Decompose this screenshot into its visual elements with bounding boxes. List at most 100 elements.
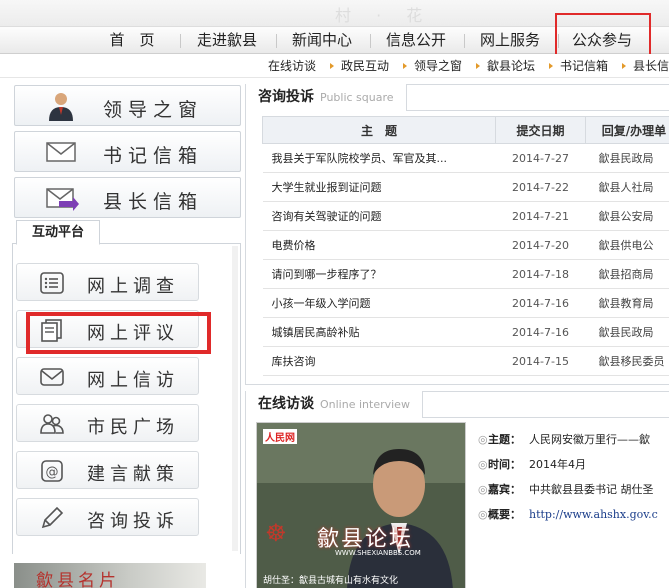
row-subject[interactable]: 库扶咨询 [262, 346, 496, 376]
row-date: 2014-7-16 [495, 288, 586, 318]
arrow-icon [330, 63, 334, 69]
row-subject[interactable]: 电费价格 [262, 230, 496, 260]
envelope-send-icon [46, 188, 79, 211]
row-dept: 歙县教育局 [585, 288, 669, 318]
row-subject[interactable]: 小孩一年级入学问题 [262, 288, 496, 318]
online-survey-button[interactable]: 网上调查 [16, 263, 199, 301]
row-dept: 歙县移民委员 [585, 346, 669, 376]
interview-photo [257, 423, 465, 588]
nav-separator [180, 34, 181, 48]
nav-separator [464, 34, 465, 48]
consult-section: 咨询投诉 Public square 主 题 提交日期 回复/办理单 我县关于军队… [245, 84, 669, 385]
spiral-icon: ☸ [265, 519, 287, 547]
consult-title: 咨询投诉 [258, 89, 314, 105]
svg-text:@: @ [46, 465, 59, 480]
banner-decoration: 村 · 花 [335, 6, 433, 25]
summary-label: 概要： [488, 508, 521, 521]
row-subject[interactable]: 咨询有关驾驶证的问题 [262, 201, 496, 231]
row-subject[interactable]: 城镇居民高龄补贴 [262, 317, 496, 347]
consult-row[interactable]: 我县关于军队院校学员、军官及其... 2014-7-27 歙县民政局 [262, 143, 669, 173]
county-card-banner[interactable]: 歙县名片 [14, 563, 206, 588]
interview-time-row: ◎时间： 2014年4月 [478, 456, 586, 472]
row-date: 2014-7-20 [495, 230, 586, 260]
nav-online-service[interactable]: 网上服务 [474, 27, 546, 54]
suggestions-button[interactable]: @ 建言献策 [16, 451, 199, 489]
secretary-mailbox-button[interactable]: 书记信箱 [14, 131, 241, 172]
subnav-mayor-mailbox[interactable]: 县长信 [633, 58, 669, 74]
arrow-icon [476, 63, 480, 69]
arrow-icon [403, 63, 407, 69]
row-date: 2014-7-22 [495, 172, 586, 202]
bullet-icon: ◎ [478, 433, 488, 446]
arrow-icon [549, 63, 553, 69]
consult-table-header: 主 题 提交日期 回复/办理单 [262, 116, 669, 144]
topic-value: 人民网安徽万里行——歙 [529, 433, 650, 446]
consult-table: 主 题 提交日期 回复/办理单 我县关于军队院校学员、军官及其... 2014-7… [262, 116, 669, 376]
bullet-icon: ◎ [478, 508, 488, 521]
interview-title-en: Online interview [320, 398, 410, 411]
column-dept: 回复/办理单 [585, 116, 669, 144]
interview-video[interactable]: 人民网 ☸ 歙县论坛 WWW.SHEXIANBBS.COM 胡仕圣：歙县古城有山… [256, 422, 466, 588]
subnav-leader-window[interactable]: 领导之窗 [414, 58, 462, 74]
tab-interaction-platform[interactable]: 互动平台 [16, 220, 100, 245]
guest-label: 嘉宾： [488, 483, 521, 496]
consult-row[interactable]: 城镇居民高龄补贴 2014-7-16 歙县民政局 [262, 317, 669, 347]
row-date: 2014-7-16 [495, 317, 586, 347]
nav-separator [276, 34, 277, 48]
row-subject[interactable]: 大学生就业报到证问题 [262, 172, 496, 202]
video-caption: 胡仕圣：歙县古城有山有水有文化 [263, 576, 399, 586]
people-icon [40, 414, 64, 434]
subnav-online-interview[interactable]: 在线访谈 [268, 58, 316, 74]
leader-window-label: 领导之窗 [103, 99, 204, 121]
row-date: 2014-7-21 [495, 201, 586, 231]
consult-row[interactable]: 请问到哪一步程序了？ 2014-7-18 歙县招商局 [262, 259, 669, 289]
consult-row[interactable]: 电费价格 2014-7-20 歙县供电公 [262, 230, 669, 260]
nav-news-center[interactable]: 新闻中心 [286, 27, 358, 54]
bullet-icon: ◎ [478, 458, 488, 471]
consult-complaint-button[interactable]: 咨询投诉 [16, 498, 199, 536]
consult-header: 咨询投诉 Public square [246, 84, 669, 111]
row-dept: 歙县民政局 [585, 143, 669, 173]
row-subject[interactable]: 请问到哪一步程序了？ [262, 259, 496, 289]
list-icon [40, 272, 64, 294]
nav-about-county[interactable]: 走进歙县 [190, 27, 264, 54]
sub-nav: 在线访谈 政民互动 领导之窗 歙县论坛 书记信箱 县长信 [0, 54, 669, 78]
interview-header: 在线访谈 Online interview [246, 391, 669, 418]
online-survey-label: 网上调查 [87, 276, 179, 297]
consult-row[interactable]: 咨询有关驾驶证的问题 2014-7-21 歙县公安局 [262, 201, 669, 231]
leader-window-button[interactable]: 领导之窗 [14, 85, 241, 126]
mayor-mailbox-button[interactable]: 县长信箱 [14, 177, 241, 218]
envelope-icon [46, 142, 76, 162]
online-petition-button[interactable]: 网上信访 [16, 357, 199, 395]
highlight-box-nav [555, 13, 651, 58]
subnav-secretary-mailbox[interactable]: 书记信箱 [560, 58, 608, 74]
subnav-forum[interactable]: 歙县论坛 [487, 58, 535, 74]
row-dept: 歙县公安局 [585, 201, 669, 231]
row-subject[interactable]: 我县关于军队院校学员、军官及其... [262, 143, 496, 173]
consult-row[interactable]: 大学生就业报到证问题 2014-7-22 歙县人社局 [262, 172, 669, 202]
arrow-icon [622, 63, 626, 69]
mail-icon [40, 368, 64, 386]
bullet-icon: ◎ [478, 483, 488, 496]
nav-info-public[interactable]: 信息公开 [380, 27, 452, 54]
topic-label: 主题： [488, 433, 521, 446]
interview-title: 在线访谈 [258, 396, 314, 412]
row-dept: 歙县招商局 [585, 259, 669, 289]
video-channel-logo: 人民网 [263, 429, 297, 444]
time-label: 时间： [488, 458, 521, 471]
consult-row[interactable]: 小孩一年级入学问题 2014-7-16 歙县教育局 [262, 288, 669, 318]
column-date: 提交日期 [495, 116, 586, 144]
row-date: 2014-7-18 [495, 259, 586, 289]
suggestions-label: 建言献策 [87, 464, 179, 485]
subnav-gov-interaction[interactable]: 政民互动 [341, 58, 389, 74]
interview-summary-row: ◎概要： http://www.ahshx.gov.c [478, 506, 658, 522]
interview-caption: 在线访谈 Online interview [246, 391, 423, 418]
panel-scrollbar[interactable] [232, 246, 238, 551]
consult-row[interactable]: 库扶咨询 2014-7-15 歙县移民委员 [262, 346, 669, 376]
interaction-tab-header: 互动平台 [12, 220, 241, 245]
nav-home[interactable]: 首 页 [100, 27, 164, 54]
summary-link[interactable]: http://www.ahshx.gov.c [529, 508, 658, 521]
citizen-square-button[interactable]: 市民广场 [16, 404, 199, 442]
leader-icon [49, 93, 73, 121]
video-overlay-url: WWW.SHEXIANBBS.COM [335, 549, 421, 557]
